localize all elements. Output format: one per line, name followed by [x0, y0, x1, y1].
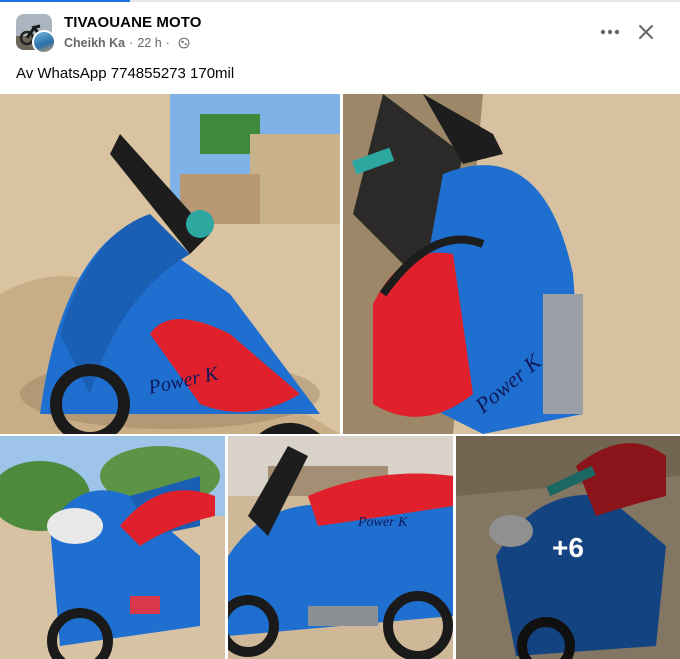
avatar-group[interactable]: [16, 14, 56, 54]
group-name[interactable]: TIVAOUANE MOTO: [64, 14, 202, 31]
user-avatar[interactable]: [32, 30, 56, 54]
ellipsis-icon: [600, 29, 620, 35]
post-time[interactable]: 22 h: [137, 36, 161, 50]
close-button[interactable]: [632, 18, 660, 46]
post-photo-1[interactable]: Power K: [0, 94, 340, 434]
separator: ·: [129, 36, 134, 50]
more-options-button[interactable]: [596, 18, 624, 46]
post-photo-3[interactable]: [0, 436, 225, 659]
post-header: TIVAOUANE MOTO Cheikh Ka · 22 h ·: [0, 0, 680, 62]
author-name[interactable]: Cheikh Ka: [64, 36, 125, 50]
close-icon: [639, 25, 653, 39]
post-photo-5[interactable]: +6: [456, 436, 680, 659]
globe-icon[interactable]: [178, 37, 190, 49]
post-photo-2[interactable]: Power K: [343, 94, 680, 434]
post-text: Av WhatsApp 774855273 170mil: [16, 65, 235, 82]
photo-seat-text: Power K: [357, 515, 408, 530]
more-photos-count[interactable]: +6: [552, 532, 584, 564]
separator: ·: [165, 36, 170, 50]
more-photos-overlay[interactable]: +6: [456, 436, 680, 659]
post-meta: Cheikh Ka · 22 h ·: [64, 36, 190, 50]
post-photo-4[interactable]: Power K: [228, 436, 453, 659]
